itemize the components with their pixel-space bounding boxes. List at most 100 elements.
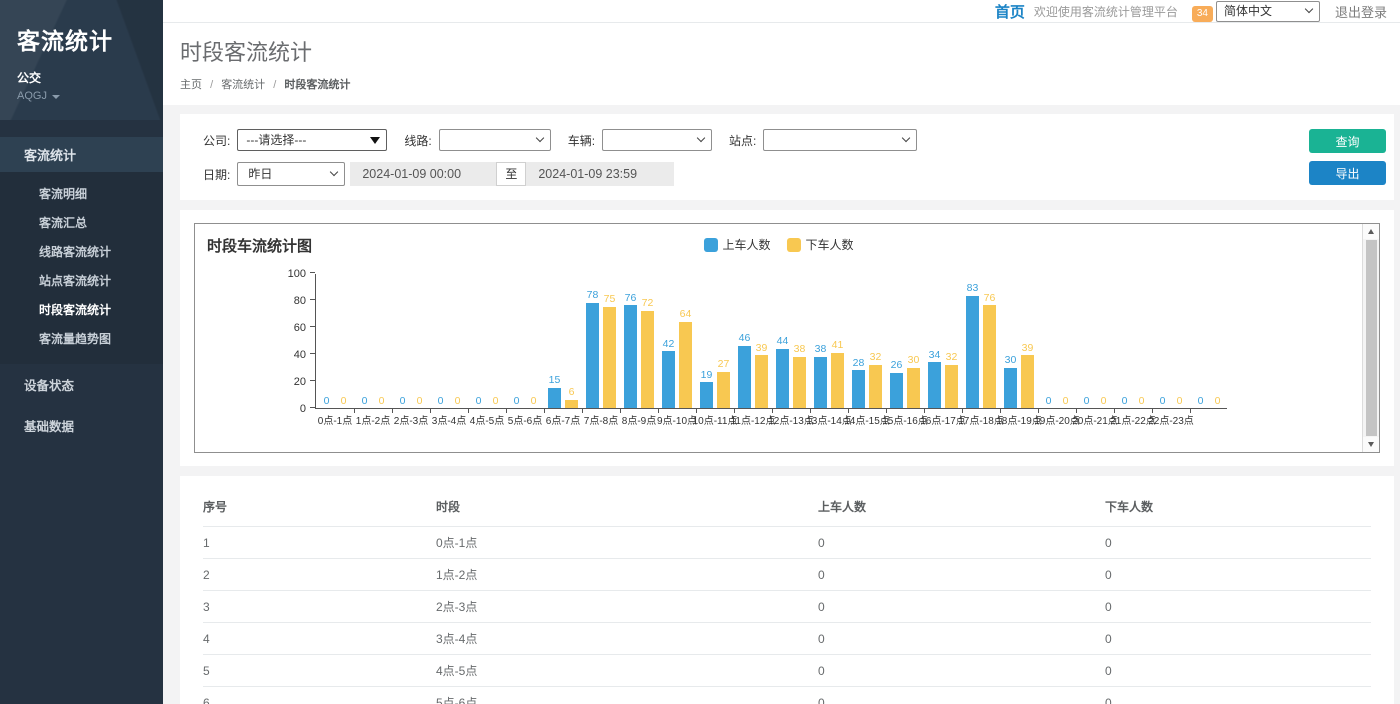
user-name: AQGJ	[17, 90, 47, 102]
x-axis-label: 5点-6点	[508, 412, 542, 427]
home-link[interactable]: 首页	[995, 1, 1025, 22]
bar-column: 38	[814, 344, 827, 408]
bar-group: 002点-3点	[392, 273, 430, 408]
bar-value-label: 0	[1198, 396, 1204, 407]
company-select[interactable]: ---请选择---	[237, 129, 387, 151]
table-cell: 0	[818, 687, 1105, 704]
bar-column: 0	[1135, 396, 1148, 409]
bar-value-label: 75	[604, 294, 616, 305]
filter-panel: 公司: ---请选择--- 线路: 车辆:	[180, 114, 1394, 200]
user-menu[interactable]: AQGJ	[17, 90, 163, 102]
sidebar-group-passenger-stats[interactable]: 客流统计	[0, 137, 163, 172]
legend-item[interactable]: 上车人数	[703, 236, 770, 253]
bar-column: 0	[1042, 396, 1055, 409]
sidebar-item-base-data[interactable]: 基础数据	[0, 405, 163, 446]
bar-value-label: 72	[642, 298, 654, 309]
bar	[1021, 355, 1034, 408]
bar-group: 003点-4点	[430, 273, 468, 408]
plot: 000点-1点001点-2点002点-3点003点-4点004点-5点005点-…	[315, 274, 1227, 409]
bar-value-label: 0	[341, 396, 347, 407]
bar-column: 41	[831, 340, 844, 408]
bar-column: 0	[472, 396, 485, 409]
table-cell: 0	[818, 527, 1105, 559]
bar-column: 0	[1173, 396, 1186, 409]
table-cell: 0	[818, 655, 1105, 687]
bar-group: 0022点-23点	[1152, 273, 1190, 408]
sidebar-subitem[interactable]: 客流明细	[0, 179, 163, 208]
date-end-input[interactable]: 2024-01-09 23:59	[526, 162, 674, 186]
bar	[793, 357, 806, 408]
y-axis-tick-label: 100	[268, 268, 306, 280]
table-header-cell: 序号	[203, 488, 436, 527]
table-cell: 2点-3点	[436, 591, 818, 623]
bar-column: 34	[928, 350, 941, 408]
bar-value-label: 64	[680, 309, 692, 320]
export-button[interactable]: 导出	[1309, 161, 1386, 185]
chart-title: 时段车流统计图	[207, 235, 312, 256]
y-axis-tick-label: 20	[268, 376, 306, 388]
vehicle-select[interactable]	[602, 129, 712, 151]
bar-value-label: 0	[438, 396, 444, 407]
bar-column: 26	[890, 360, 903, 408]
bar-value-label: 38	[794, 344, 806, 355]
bar-column: 30	[907, 355, 920, 408]
bar-group: 283214点-15点	[848, 273, 886, 408]
sidebar-subitem[interactable]: 站点客流统计	[0, 266, 163, 295]
station-label: 站点:	[729, 132, 756, 149]
bar-group: 0020点-21点	[1076, 273, 1114, 408]
bar-value-label: 26	[891, 360, 903, 371]
bar	[603, 307, 616, 408]
y-axis-tick-label: 60	[268, 322, 306, 334]
y-axis-tick	[310, 299, 315, 300]
bar-value-label: 0	[1139, 396, 1145, 407]
station-select[interactable]	[763, 129, 917, 151]
line-select[interactable]	[439, 129, 551, 151]
scroll-up-button[interactable]	[1363, 224, 1379, 239]
plot-wrap: 000点-1点001点-2点002点-3点003点-4点004点-5点005点-…	[315, 274, 1227, 409]
scroll-down-icon	[1368, 442, 1374, 447]
breadcrumb-home[interactable]: 主页	[180, 79, 202, 91]
bar-group: 837617点-18点	[962, 273, 1000, 408]
scrollbar-thumb[interactable]	[1366, 240, 1377, 436]
logout-link[interactable]: 退出登录	[1335, 2, 1387, 21]
page-header: 时段客流统计 主页 / 客流统计 / 时段客流统计	[163, 23, 1400, 105]
brand-title: 客流统计	[17, 22, 163, 56]
bar	[907, 368, 920, 409]
x-axis-label: 8点-9点	[622, 412, 656, 427]
language-select-value: 简体中文	[1224, 4, 1272, 18]
language-select[interactable]: 简体中文	[1216, 1, 1320, 22]
date-preset-select[interactable]: 昨日	[237, 162, 345, 186]
table-row: 21点-2点00	[203, 559, 1371, 591]
bar-group: 005点-6点	[506, 273, 544, 408]
bar-group: 384113点-14点	[810, 273, 848, 408]
sidebar-subitem[interactable]: 客流量趋势图	[0, 324, 163, 353]
sidebar-subitem[interactable]: 时段客流统计	[0, 295, 163, 324]
bar-column: 0	[1156, 396, 1169, 409]
breadcrumb-separator: /	[210, 79, 213, 91]
breadcrumb-passenger-stats[interactable]: 客流统计	[221, 79, 265, 91]
bar	[966, 296, 979, 408]
bar-group: 1566点-7点	[544, 273, 582, 408]
table-body: 10点-1点0021点-2点0032点-3点0043点-4点0054点-5点00…	[203, 527, 1371, 704]
scrollbar-track[interactable]	[1363, 239, 1379, 437]
line-label: 线路:	[404, 132, 431, 149]
sidebar-subitem[interactable]: 线路客流统计	[0, 237, 163, 266]
table-cell: 6	[203, 687, 436, 704]
bar-group: 76728点-9点	[620, 273, 658, 408]
query-button[interactable]: 查询	[1309, 129, 1386, 153]
company-label: 公司:	[203, 132, 230, 149]
legend-item[interactable]: 下车人数	[787, 236, 854, 253]
date-start-input[interactable]: 2024-01-09 00:00	[350, 162, 496, 186]
bar-group: 443812点-13点	[772, 273, 810, 408]
bar-value-label: 19	[701, 370, 713, 381]
sidebar-subitem[interactable]: 客流汇总	[0, 208, 163, 237]
sidebar-item-device-status[interactable]: 设备状态	[0, 364, 163, 405]
x-axis-label: 0点-1点	[318, 412, 352, 427]
content: 公司: ---请选择--- 线路: 车辆:	[163, 105, 1400, 704]
table-cell: 0点-1点	[436, 527, 818, 559]
bar-column: 0	[510, 396, 523, 409]
bar-value-label: 27	[718, 359, 730, 370]
bar-column: 0	[375, 396, 388, 409]
bar	[983, 305, 996, 408]
scroll-down-button[interactable]	[1363, 437, 1379, 452]
